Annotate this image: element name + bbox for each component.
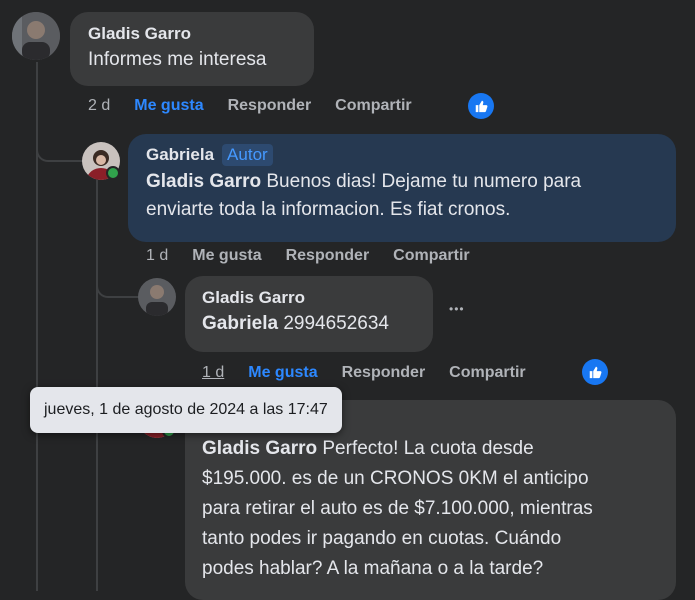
comment-text-line: Perfecto! La cuota desde	[317, 438, 534, 459]
comment-actions: 1 d Me gusta Responder Compartir	[202, 364, 526, 382]
comment-author[interactable]: Gladis Garro	[202, 288, 416, 308]
mention-link[interactable]: Gabriela	[202, 313, 278, 334]
avatar[interactable]	[138, 278, 176, 316]
thumbs-up-icon[interactable]	[582, 359, 608, 385]
thread-line-branch	[36, 146, 84, 162]
mention-link[interactable]: Gladis Garro	[202, 438, 317, 459]
mention-link[interactable]: Gladis Garro	[146, 171, 261, 192]
comment-text-line: 2994652634	[278, 313, 389, 334]
avatar[interactable]	[12, 12, 60, 60]
comment-text-line: enviarte toda la informacion. Es fiat cr…	[146, 199, 511, 220]
comment-actions: 1 d Me gusta Responder Compartir	[146, 247, 470, 265]
more-options-icon[interactable]: •••	[449, 302, 465, 316]
like-button[interactable]: Me gusta	[192, 247, 261, 265]
comment-text: Gabriela 2994652634	[202, 310, 416, 338]
timestamp-tooltip: jueves, 1 de agosto de 2024 a las 17:47	[30, 387, 342, 433]
like-button[interactable]: Me gusta	[134, 97, 203, 115]
comment-author[interactable]: Gladis Garro	[88, 24, 296, 44]
timestamp[interactable]: 1 d	[202, 364, 224, 382]
share-button[interactable]: Compartir	[393, 247, 469, 265]
comment-text: Gladis Garro Buenos dias! Dejame tu nume…	[146, 168, 658, 224]
comment-bubble: Gladis Garro Informes me interesa	[70, 12, 314, 86]
reply-button[interactable]: Responder	[228, 97, 312, 115]
comment-author[interactable]: Gabriela	[146, 145, 214, 164]
comment-bubble: Gabriela Autor Gladis Garro Buenos dias! …	[128, 134, 676, 242]
reply-button[interactable]: Responder	[342, 364, 426, 382]
thread-line-main	[36, 62, 38, 591]
comment-text-line: $195.000. es de un CRONOS 0KM el anticip…	[202, 468, 589, 489]
comment-text: Informes me interesa	[88, 49, 267, 70]
thumbs-up-icon[interactable]	[468, 93, 494, 119]
thread-line-sub-branch	[96, 282, 140, 298]
share-button[interactable]: Compartir	[335, 97, 411, 115]
timestamp[interactable]: 2 d	[88, 97, 110, 115]
reply-button[interactable]: Responder	[286, 247, 370, 265]
thread-line-sub	[96, 180, 98, 591]
comment-text: Gladis Garro Perfecto! La cuota desde $1…	[202, 434, 659, 584]
comment-actions: 2 d Me gusta Responder Compartir	[88, 97, 412, 115]
author-badge: Autor	[222, 144, 273, 166]
comment-text-line: para retirar el auto es de $7.100.000, m…	[202, 498, 593, 519]
comment-text-line: tanto podes ir pagando en cuotas. Cuándo	[202, 528, 562, 549]
online-status-icon	[106, 166, 120, 180]
comment-text-line: podes hablar? A la mañana o a la tarde?	[202, 558, 544, 579]
like-button[interactable]: Me gusta	[248, 364, 317, 382]
comment-bubble: Gladis Garro Gabriela 2994652634	[185, 276, 433, 352]
timestamp[interactable]: 1 d	[146, 247, 168, 265]
comment-text-line: Buenos dias! Dejame tu numero para	[261, 171, 582, 192]
share-button[interactable]: Compartir	[449, 364, 525, 382]
